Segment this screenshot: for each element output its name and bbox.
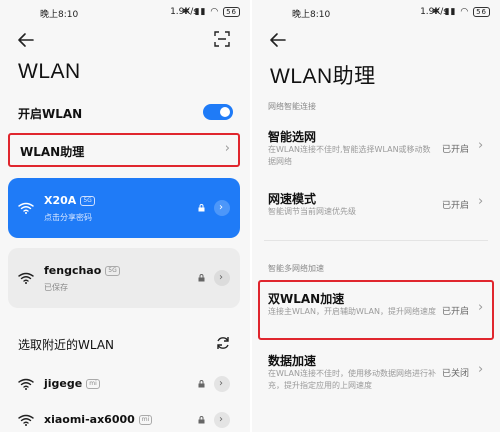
nearby-wlan-heading: 选取附近的WLAN: [18, 338, 115, 352]
network-name: xiaomi-ax6000 mi: [44, 413, 153, 426]
option-description: 连接主WLAN，开启辅助WLAN，提升网络速度: [268, 307, 437, 316]
chevron-right-icon: ›: [219, 414, 223, 425]
option-description: 在WLAN连接不佳时,智能选择WLAN或移动数据网络: [268, 145, 431, 166]
option-title: 双WLAN加速: [268, 292, 345, 306]
wifi-icon: [18, 202, 34, 214]
band-tag: 5G: [105, 266, 120, 276]
wifi-icon: [18, 272, 34, 284]
option-status: 已关闭: [442, 369, 470, 379]
saved-status: 已保存: [44, 283, 68, 292]
wifi-icon: [18, 414, 34, 426]
status-time: 晚上8:10: [292, 10, 331, 20]
lock-icon: [198, 204, 205, 212]
band-tag: 5G: [80, 196, 95, 206]
lock-icon: [198, 380, 205, 388]
network-details-button[interactable]: ›: [214, 412, 230, 428]
wlan-toggle[interactable]: [203, 104, 233, 120]
connected-network-card[interactable]: X20A 5G 点击分享密码 ›: [8, 178, 240, 238]
status-bar: 晚上8:10 1.9K/s ✱ ▮▮ ◠ 56: [0, 5, 250, 21]
status-icons: ✱ ▮▮ ◠ 56: [182, 7, 240, 17]
share-password-hint: 点击分享密码: [44, 213, 92, 222]
chevron-right-icon: ›: [219, 378, 223, 389]
network-details-button[interactable]: ›: [214, 376, 230, 392]
chevron-right-icon: ›: [224, 141, 230, 156]
option-description: 智能调节当前网速优先级: [268, 207, 356, 216]
network-details-button[interactable]: ›: [214, 200, 230, 216]
network-details-button[interactable]: ›: [214, 270, 230, 286]
option-title: 数据加速: [268, 354, 317, 368]
wifi-icon: [18, 378, 34, 390]
page-title: WLAN: [18, 60, 81, 83]
option-status: 已开启: [442, 201, 470, 211]
section-divider: [264, 240, 488, 241]
wlan-assistant-screen: 晚上8:10 1.9K/s ✱ ▮▮ ◠ 56 WLAN助理 网络智能连接 智能…: [252, 0, 500, 432]
dual-wlan-option[interactable]: 双WLAN加速 连接主WLAN，开启辅助WLAN，提升网络速度 已开启 ›: [258, 280, 494, 340]
option-status: 已开启: [442, 307, 470, 317]
chevron-right-icon: ›: [219, 202, 223, 213]
back-arrow-icon[interactable]: [268, 30, 288, 50]
chevron-right-icon: ›: [219, 272, 223, 283]
chevron-right-icon: ›: [478, 362, 484, 377]
speed-mode-option[interactable]: 网速模式 智能调节当前网速优先级 已开启 ›: [252, 188, 500, 224]
option-title: 网速模式: [268, 192, 317, 206]
saved-network-card[interactable]: fengchao 5G 已保存 ›: [8, 248, 240, 308]
smart-network-option[interactable]: 智能选网 在WLAN连接不佳时,智能选择WLAN或移动数据网络 已开启 ›: [252, 124, 500, 170]
option-description: 在WLAN连接不佳时，使用移动数据网络进行补充，提升指定应用的上网速度: [268, 369, 437, 390]
option-status: 已开启: [442, 145, 470, 155]
page-title: WLAN助理: [270, 65, 376, 88]
battery-icon: 56: [223, 7, 240, 17]
section-heading: 网络智能连接: [268, 102, 316, 111]
data-acceleration-option[interactable]: 数据加速 在WLAN连接不佳时，使用移动数据网络进行补充，提升指定应用的上网速度…: [252, 352, 500, 398]
chevron-right-icon: ›: [478, 138, 484, 153]
section-heading: 智能多网络加速: [268, 264, 324, 273]
wlan-assistant-row[interactable]: WLAN助理 ›: [8, 133, 240, 167]
wlan-settings-screen: 晚上8:10 1.9K/s ✱ ▮▮ ◠ 56 WLAN 开启WLAN WLAN…: [0, 0, 250, 432]
status-time: 晚上8:10: [40, 10, 79, 20]
band-tag: mi: [86, 379, 100, 389]
network-name: X20A 5G: [44, 194, 95, 207]
back-arrow-icon[interactable]: [16, 30, 36, 50]
band-tag: mi: [138, 415, 153, 425]
option-title: 智能选网: [268, 130, 317, 144]
scan-icon[interactable]: [214, 31, 230, 47]
refresh-icon[interactable]: [215, 335, 231, 351]
chevron-right-icon: ›: [478, 194, 484, 209]
status-bar: 晚上8:10 1.9K/s ✱ ▮▮ ◠ 56: [252, 5, 500, 21]
network-name: fengchao 5G: [44, 264, 120, 277]
lock-icon: [198, 274, 205, 282]
battery-icon: 56: [473, 7, 490, 17]
status-icons: ✱ ▮▮ ◠ 56: [432, 7, 490, 17]
network-name: jigege mi: [44, 377, 100, 390]
nearby-network-item[interactable]: xiaomi-ax6000 mi ›: [0, 408, 250, 432]
chevron-right-icon: ›: [478, 300, 484, 315]
wlan-assistant-label: WLAN助理: [20, 145, 85, 159]
enable-wlan-label: 开启WLAN: [18, 107, 83, 121]
lock-icon: [198, 416, 205, 424]
nearby-network-item[interactable]: jigege mi ›: [0, 372, 250, 396]
